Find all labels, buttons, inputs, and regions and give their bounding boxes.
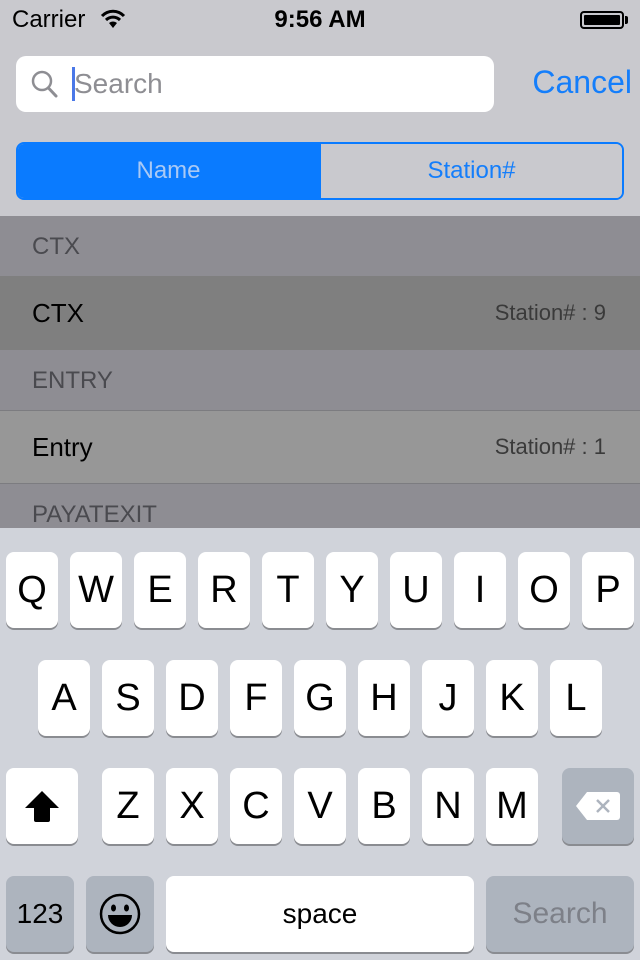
status-bar: Carrier 9:56 AM xyxy=(0,0,640,40)
results-list[interactable]: CTX CTX Station# : 9 ENTRY Entry Station… xyxy=(0,216,640,528)
section-header: ENTRY xyxy=(0,350,640,410)
key-p[interactable]: P xyxy=(582,552,634,628)
battery-tip xyxy=(625,16,628,24)
list-row[interactable]: CTX Station# : 9 xyxy=(0,276,640,350)
scope-segmented-control[interactable]: Name Station# xyxy=(16,142,624,200)
key-n[interactable]: N xyxy=(422,768,474,844)
key-y[interactable]: Y xyxy=(326,552,378,628)
key-q[interactable]: Q xyxy=(6,552,58,628)
row-title: CTX xyxy=(32,297,84,328)
key-m[interactable]: M xyxy=(486,768,538,844)
key-z[interactable]: Z xyxy=(102,768,154,844)
key-g[interactable]: G xyxy=(294,660,346,736)
segment-name[interactable]: Name xyxy=(18,144,319,198)
key-a[interactable]: A xyxy=(38,660,90,736)
key-c[interactable]: C xyxy=(230,768,282,844)
search-icon xyxy=(31,70,58,98)
space-key[interactable]: space xyxy=(166,876,474,952)
key-o[interactable]: O xyxy=(518,552,570,628)
key-t[interactable]: T xyxy=(262,552,314,628)
emoji-key[interactable] xyxy=(86,876,154,952)
cancel-button[interactable]: Cancel xyxy=(508,60,632,104)
numbers-key[interactable]: 123 xyxy=(6,876,74,952)
key-k[interactable]: K xyxy=(486,660,538,736)
section-header: CTX xyxy=(0,216,640,276)
clock: 9:56 AM xyxy=(274,6,366,33)
segment-station[interactable]: Station# xyxy=(319,144,622,198)
key-u[interactable]: U xyxy=(390,552,442,628)
row-detail: Station# : 1 xyxy=(494,434,606,459)
key-f[interactable]: F xyxy=(230,660,282,736)
key-r[interactable]: R xyxy=(198,552,250,628)
shift-key[interactable] xyxy=(6,768,78,844)
key-i[interactable]: I xyxy=(454,552,506,628)
delete-icon xyxy=(576,792,620,820)
key-s[interactable]: S xyxy=(102,660,154,736)
key-j[interactable]: J xyxy=(422,660,474,736)
row-detail: Station# : 9 xyxy=(494,300,606,325)
key-x[interactable]: X xyxy=(166,768,218,844)
row-title: Entry xyxy=(32,431,93,462)
key-h[interactable]: H xyxy=(358,660,410,736)
key-v[interactable]: V xyxy=(294,768,346,844)
keyboard: QWERTYUIOP ASDFGHJKL ZXCVBNM 123 space S… xyxy=(0,528,640,960)
search-input[interactable] xyxy=(74,58,484,110)
key-b[interactable]: B xyxy=(358,768,410,844)
battery-icon xyxy=(580,11,624,29)
delete-key[interactable] xyxy=(562,768,634,844)
search-key[interactable]: Search xyxy=(486,876,634,952)
key-l[interactable]: L xyxy=(550,660,602,736)
list-row[interactable]: Entry Station# : 1 xyxy=(0,410,640,484)
emoji-icon xyxy=(99,893,141,935)
section-header: PAYATEXIT xyxy=(0,484,640,528)
key-d[interactable]: D xyxy=(166,660,218,736)
shift-icon xyxy=(25,791,59,822)
key-e[interactable]: E xyxy=(134,552,186,628)
key-w[interactable]: W xyxy=(70,552,122,628)
